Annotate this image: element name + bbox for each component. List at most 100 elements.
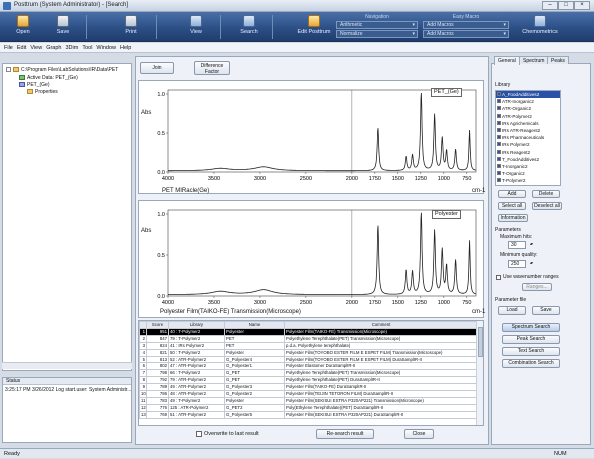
library-list-item[interactable]: ATR-Inorganic2 (496, 98, 560, 105)
table-row[interactable]: 10 786 48 : ATR-Polymer2 G_Polyester2 Polyes… (139, 390, 478, 398)
library-checkbox[interactable] (497, 135, 501, 140)
peak-search-button[interactable]: Peak Search (502, 335, 560, 344)
table-row[interactable]: 2 847 79 : T-Polymer2 PET Polyethylene Terep… (139, 334, 478, 343)
maximize-button[interactable]: □ (558, 1, 574, 10)
results-vertical-scrollbar[interactable] (476, 321, 483, 425)
tree-file[interactable]: PET_(Ge) (19, 82, 50, 88)
table-row[interactable]: 1 951 40 : T-Polymer2 Polyester Polyester Fi… (139, 327, 478, 336)
library-checkbox[interactable] (497, 127, 501, 132)
table-row[interactable]: 3 824 41 : IRs Polymer2 PET p.d.a. Polyethyl… (139, 341, 478, 350)
col-library-header[interactable]: Library (168, 321, 225, 329)
menu-view[interactable]: View (30, 43, 42, 53)
tree-active-data[interactable]: Active Data: PET_(Ge) (19, 75, 78, 81)
library-checkbox[interactable] (497, 106, 501, 111)
table-row[interactable]: 9 789 49 : ATR-Polymer2 G_Polyester3 Polyest… (139, 383, 478, 392)
table-row[interactable]: 4 821 50 : T-Polymer2 Polyester Polyester Fi… (139, 348, 478, 357)
table-row[interactable]: 5 813 52 : ATR-Polymer2 G_Polyester4 Polyest… (139, 355, 478, 364)
tree-properties[interactable]: Properties (27, 89, 58, 95)
search-results-grid[interactable]: Score Library Name Comment 1 951 40 : T-Po… (138, 320, 484, 426)
library-checkbox[interactable] (497, 99, 501, 104)
menu-edit[interactable]: Edit (17, 43, 26, 53)
library-list-item[interactable]: A_FoodAdditives2 (496, 91, 560, 99)
add-library-button[interactable]: Add (498, 190, 526, 198)
table-row[interactable]: 11 783 49 : T-Polymer2 Polyester Polyester F… (139, 396, 478, 405)
table-row[interactable]: 7 798 66 : T-Polymer2 G_PET Polyethylene Ter… (139, 369, 478, 378)
col-score-header[interactable]: Score (146, 321, 169, 329)
library-list-item[interactable]: T-Organic2 (496, 170, 560, 177)
menu-file[interactable]: File (4, 43, 13, 53)
x-tick-label: 3000 (254, 300, 266, 306)
close-button[interactable]: Close (404, 429, 434, 439)
overwrite-checkbox[interactable] (196, 431, 202, 437)
library-list-item[interactable]: IRs Reagent2 (496, 149, 560, 156)
library-checkbox[interactable] (497, 156, 501, 161)
use-ranges-checkbox[interactable] (496, 275, 501, 280)
open-button[interactable]: Open (4, 14, 42, 40)
library-checkbox[interactable] (497, 163, 501, 168)
scrollbar-thumb[interactable] (478, 327, 483, 357)
save-parameters-button[interactable]: Save (532, 306, 560, 315)
library-checkbox[interactable] (497, 142, 501, 147)
ranges-button[interactable]: Ranges... (522, 283, 552, 291)
menu-graph[interactable]: Graph (46, 43, 61, 53)
library-list-item[interactable]: T-Inorganic2 (496, 163, 560, 170)
add-macros-dropdown-2[interactable]: Add Macros (423, 30, 509, 38)
view-button[interactable]: View (177, 14, 215, 40)
tree-horizontal-scrollbar[interactable] (2, 362, 132, 369)
library-checkbox[interactable] (497, 120, 501, 125)
library-checkbox[interactable] (497, 171, 501, 176)
add-macros-dropdown-1[interactable]: Add Macros (423, 21, 509, 29)
library-list-item[interactable]: IRs Pharmaceuticals (496, 134, 560, 141)
max-hits-spinner[interactable]: 30 (508, 241, 532, 249)
normalize-dropdown[interactable]: Normalize (336, 30, 418, 38)
menu-tool[interactable]: Tool (82, 43, 92, 53)
col-comment-header[interactable]: Comment (284, 321, 478, 329)
table-row[interactable]: 13 769 51 : ATR-Polymer2 G_Polyester5 Polyes… (139, 410, 478, 419)
chemometrics-button[interactable]: Chemometrics (518, 14, 562, 40)
delete-library-button[interactable]: Delete (532, 190, 560, 198)
re-search-result-button[interactable]: Re-search result (316, 429, 374, 439)
library-checkbox[interactable] (497, 113, 501, 118)
information-button[interactable]: Information (498, 214, 528, 222)
min-quality-spinner[interactable]: 250 (508, 260, 532, 268)
table-row[interactable]: 12 776 125 : ATR-Polymer2 G_PET2 Poly(Ethyle… (139, 403, 478, 412)
text-search-button[interactable]: Text Search (502, 347, 560, 356)
difference-factor-button[interactable]: Difference Factor (194, 61, 230, 75)
library-list-item[interactable]: T-Polymer2 (496, 177, 560, 184)
combination-search-button[interactable]: Combination Search (502, 359, 560, 368)
col-name-header[interactable]: Name (224, 321, 285, 329)
library-list[interactable]: A_FoodAdditives2 ATR-Inorganic2 ATR-Organi… (495, 90, 561, 186)
deselect-all-button[interactable]: Deselect all (532, 202, 562, 210)
save-button[interactable]: Save (44, 14, 82, 40)
library-list-item[interactable]: T_FoodAdditives2 (496, 156, 560, 163)
minimize-button[interactable]: – (542, 1, 558, 10)
search-button[interactable]: Search (230, 14, 268, 40)
library-checkbox[interactable] (497, 149, 501, 154)
menu-window[interactable]: Window (96, 43, 116, 53)
table-row[interactable]: 6 802 47 : ATR-Polymer2 G_Polyester1 Polyest… (139, 362, 478, 371)
tab-peaks[interactable]: Peaks (547, 56, 569, 64)
library-checkbox[interactable] (497, 92, 501, 96)
library-list-item[interactable]: IRs ATR-Reagent2 (496, 127, 560, 134)
spectrum-search-button[interactable]: Spectrum Search (502, 323, 560, 332)
arithmetic-dropdown[interactable]: Arithmetic (336, 21, 418, 29)
menu-help[interactable]: Help (120, 43, 131, 53)
collapse-icon[interactable] (6, 67, 11, 72)
menu-3dim[interactable]: 3Dim (65, 43, 78, 53)
tree-root[interactable]: C:\Program Files\LabSolutions\IR\Data\PE… (6, 67, 118, 73)
tab-spectrum[interactable]: Spectrum (519, 56, 549, 64)
library-list-item[interactable]: ATR-Polymer2 (496, 113, 560, 120)
select-all-button[interactable]: Select all (498, 202, 526, 210)
x-tick-label: 1250 (415, 300, 427, 306)
library-list-item[interactable]: IRs Polymer2 (496, 141, 560, 148)
library-checkbox[interactable] (497, 178, 501, 183)
edit-posttrum-button[interactable]: Edit Posttrum (290, 14, 338, 40)
library-list-item[interactable]: IRs Agrichemicals (496, 120, 560, 127)
table-row[interactable]: 8 792 79 : ATR-Polymer2 G_PET Polyethylene T… (139, 376, 478, 385)
tab-general[interactable]: General (494, 56, 520, 65)
library-list-item[interactable]: ATR-Organic2 (496, 105, 560, 112)
close-window-button[interactable]: × (574, 1, 590, 10)
print-button[interactable]: Print (112, 14, 150, 40)
load-parameters-button[interactable]: Load (498, 306, 526, 315)
join-button[interactable]: Join (140, 62, 174, 74)
